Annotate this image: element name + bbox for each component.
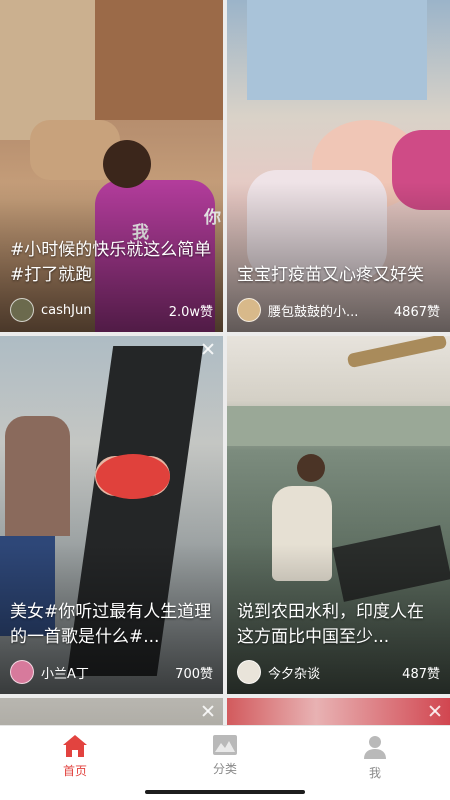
- home-icon: [63, 735, 87, 757]
- video-meta: cashJun 2.0w赞: [10, 298, 213, 322]
- video-meta: 腰包鼓鼓的小... 4867赞: [237, 298, 440, 322]
- author-avatar[interactable]: [10, 298, 34, 322]
- bottom-tab-bar: 首页 分类 我: [0, 725, 450, 786]
- author-name[interactable]: 小兰A丁: [41, 663, 167, 682]
- video-card[interactable]: 美女#你听过最有人生道理的一首歌是什么#... 小兰A丁 700赞: [0, 336, 223, 694]
- close-icon[interactable]: [428, 704, 442, 718]
- like-count: 2.0w赞: [168, 304, 213, 320]
- tab-label: 分类: [212, 762, 237, 776]
- tab-label: 我: [368, 766, 381, 780]
- tab-category[interactable]: 分类: [150, 726, 300, 786]
- author-avatar[interactable]: [237, 660, 261, 684]
- video-feed-grid: 我 你 #小时候的快乐就这么简单#打了就跑 cashJun 2.0w赞 宝宝打疫…: [0, 0, 450, 725]
- video-card[interactable]: 说到农田水利，印度人在这方面比中国至少... 今夕杂谈 487赞: [227, 336, 450, 694]
- video-caption: 美女#你听过最有人生道理的一首歌是什么#...: [10, 602, 212, 647]
- video-card[interactable]: 我 你 #小时候的快乐就这么简单#打了就跑 cashJun 2.0w赞: [0, 0, 223, 332]
- author-name[interactable]: 腰包鼓鼓的小...: [268, 301, 386, 320]
- home-indicator[interactable]: [145, 790, 305, 794]
- tab-home[interactable]: 首页: [0, 726, 150, 786]
- like-count: 487赞: [402, 666, 440, 682]
- video-caption: 说到农田水利，印度人在这方面比中国至少...: [237, 602, 424, 647]
- video-caption: 宝宝打疫苗又心疼又好笑: [237, 265, 424, 285]
- video-meta: 小兰A丁 700赞: [10, 660, 213, 684]
- close-icon[interactable]: [201, 342, 215, 356]
- author-avatar[interactable]: [10, 660, 34, 684]
- like-count: 4867赞: [393, 304, 440, 320]
- author-avatar[interactable]: [237, 298, 261, 322]
- user-icon: [364, 736, 386, 759]
- home-indicator-bar: [0, 785, 450, 800]
- video-thumbnail: [0, 698, 223, 725]
- video-card[interactable]: [227, 698, 450, 725]
- tab-me[interactable]: 我: [300, 726, 450, 786]
- video-meta: 今夕杂谈 487赞: [237, 660, 440, 684]
- like-count: 700赞: [175, 666, 213, 682]
- video-card[interactable]: 宝宝打疫苗又心疼又好笑 腰包鼓鼓的小... 4867赞: [227, 0, 450, 332]
- author-name[interactable]: cashJun: [41, 303, 161, 318]
- category-icon: [213, 735, 237, 755]
- video-thumbnail: [227, 698, 450, 725]
- close-icon[interactable]: [201, 704, 215, 718]
- video-card[interactable]: [0, 698, 223, 725]
- author-name[interactable]: 今夕杂谈: [268, 663, 394, 682]
- tab-label: 首页: [62, 764, 87, 778]
- video-caption: #小时候的快乐就这么简单#打了就跑: [10, 240, 212, 285]
